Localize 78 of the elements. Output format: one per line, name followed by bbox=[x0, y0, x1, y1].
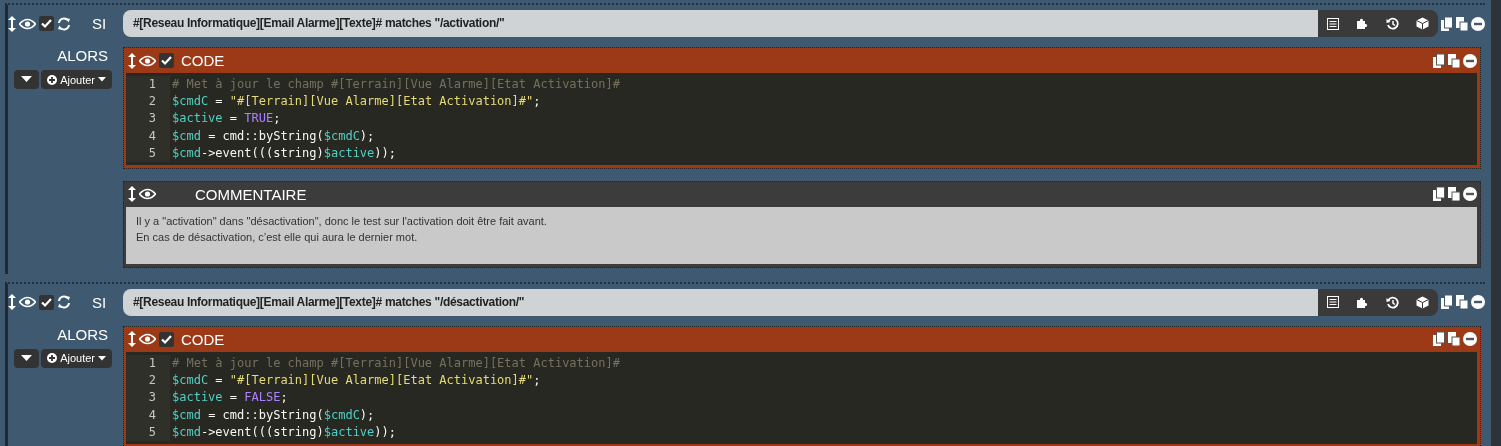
checkbox[interactable] bbox=[39, 294, 54, 310]
move-icon[interactable] bbox=[128, 331, 136, 348]
line-number: 2 bbox=[126, 372, 170, 390]
line-number: 3 bbox=[126, 110, 170, 128]
caret-icon bbox=[98, 77, 106, 82]
remove-icon[interactable] bbox=[1463, 53, 1477, 68]
action-title: CODE bbox=[181, 330, 225, 348]
code-line: $cmdC = "#[Terrain][Vue Alarme][Etat Activation]#"; bbox=[171, 372, 541, 390]
code-editor[interactable] bbox=[126, 73, 1477, 165]
puzzle-icon[interactable] bbox=[1355, 17, 1369, 30]
paste-icon[interactable] bbox=[1448, 332, 1460, 347]
copy-icon[interactable] bbox=[1441, 16, 1453, 31]
line-number: 1 bbox=[126, 354, 170, 373]
caret-icon bbox=[98, 355, 106, 361]
puzzle-icon[interactable] bbox=[1355, 295, 1369, 309]
condition-field[interactable]: #[Reseau Informatique][Email Alarme][Texte]# matches "/activation/" bbox=[123, 10, 1318, 37]
then-label: ALORS bbox=[57, 325, 108, 343]
add-button[interactable]: Ajouter bbox=[41, 70, 112, 89]
remove-icon[interactable] bbox=[1471, 16, 1485, 31]
add-button[interactable]: Ajouter bbox=[41, 348, 112, 368]
condition-label: SI bbox=[92, 15, 107, 32]
code-line: # Met à jour le champ #[Terrain][Vue Alarme][Etat Activation]# bbox=[171, 354, 620, 372]
condition-label: SI bbox=[92, 293, 107, 311]
eye-icon[interactable] bbox=[139, 333, 156, 346]
cube-icon[interactable] bbox=[1416, 17, 1430, 30]
copy-icon[interactable] bbox=[1441, 295, 1453, 310]
comment-text: En cas de désactivation, c’est elle qui aura le dernier mot. bbox=[136, 229, 419, 245]
remove-icon[interactable] bbox=[1463, 332, 1477, 347]
move-icon[interactable] bbox=[8, 294, 16, 311]
checkbox[interactable] bbox=[159, 331, 174, 347]
comment-field[interactable]: Il y a "activation" dans "désactivation", donc le test sur l'activation doit être fait avant. En cas de désactivation, c’est elle qui aura le dernier mot. bbox=[126, 206, 1477, 264]
action-title: CODE bbox=[181, 52, 225, 69]
paste-icon[interactable] bbox=[1448, 53, 1460, 68]
code-line: $active = FALSE; bbox=[171, 389, 288, 407]
dropdown-button[interactable] bbox=[14, 70, 40, 89]
line-number: 3 bbox=[126, 389, 170, 407]
caret-icon bbox=[21, 76, 33, 83]
list-icon[interactable] bbox=[1326, 296, 1339, 309]
checkbox[interactable] bbox=[39, 16, 54, 31]
paste-icon[interactable] bbox=[1456, 295, 1468, 310]
code-line: $cmd = cmd::byString($cmdC); bbox=[171, 127, 375, 145]
history-icon[interactable] bbox=[1386, 17, 1400, 30]
code-line: $cmd->event(((string)$active)); bbox=[171, 144, 396, 162]
copy-icon[interactable] bbox=[1433, 187, 1445, 202]
line-number: 2 bbox=[126, 93, 170, 111]
refresh-icon[interactable] bbox=[57, 16, 71, 31]
paste-icon[interactable] bbox=[1448, 187, 1460, 202]
move-icon[interactable] bbox=[128, 186, 136, 203]
checkbox[interactable] bbox=[159, 53, 174, 68]
remove-icon[interactable] bbox=[1463, 187, 1477, 202]
history-icon[interactable] bbox=[1386, 295, 1400, 309]
plus-icon bbox=[47, 74, 58, 85]
cube-icon[interactable] bbox=[1416, 295, 1430, 309]
move-icon[interactable] bbox=[128, 52, 136, 69]
code-line: $cmdC = "#[Terrain][Vue Alarme][Etat Activation]#"; bbox=[171, 93, 541, 111]
code-line: $cmd->event(((string)$active)); bbox=[171, 423, 396, 441]
eye-icon[interactable] bbox=[139, 54, 156, 67]
comment-text: Il y a "activation" dans "désactivation", donc le test sur l'activation doit être fait avant. bbox=[136, 213, 548, 229]
remove-icon[interactable] bbox=[1471, 295, 1485, 310]
plus-icon bbox=[47, 353, 58, 364]
condition-field[interactable]: #[Reseau Informatique][Email Alarme][Texte]# matches "/désactivation/" bbox=[123, 288, 1318, 316]
copy-icon[interactable] bbox=[1433, 53, 1445, 68]
code-line: $active = TRUE; bbox=[171, 110, 281, 128]
code-line: $cmd = cmd::byString($cmdC); bbox=[171, 406, 375, 424]
eye-icon[interactable] bbox=[19, 17, 36, 30]
action-title: COMMENTAIRE bbox=[195, 185, 307, 203]
line-number: 1 bbox=[126, 76, 170, 94]
move-icon[interactable] bbox=[8, 15, 16, 32]
eye-icon[interactable] bbox=[19, 296, 36, 309]
paste-icon[interactable] bbox=[1456, 16, 1468, 31]
dropdown-button[interactable] bbox=[14, 348, 40, 368]
copy-icon[interactable] bbox=[1433, 332, 1445, 347]
list-icon[interactable] bbox=[1326, 17, 1339, 30]
eye-icon[interactable] bbox=[139, 188, 156, 201]
caret-icon bbox=[21, 354, 33, 362]
code-line: # Met à jour le champ #[Terrain][Vue Alarme][Etat Activation]# bbox=[171, 76, 620, 93]
refresh-icon[interactable] bbox=[57, 295, 71, 310]
then-label: ALORS bbox=[57, 47, 108, 64]
